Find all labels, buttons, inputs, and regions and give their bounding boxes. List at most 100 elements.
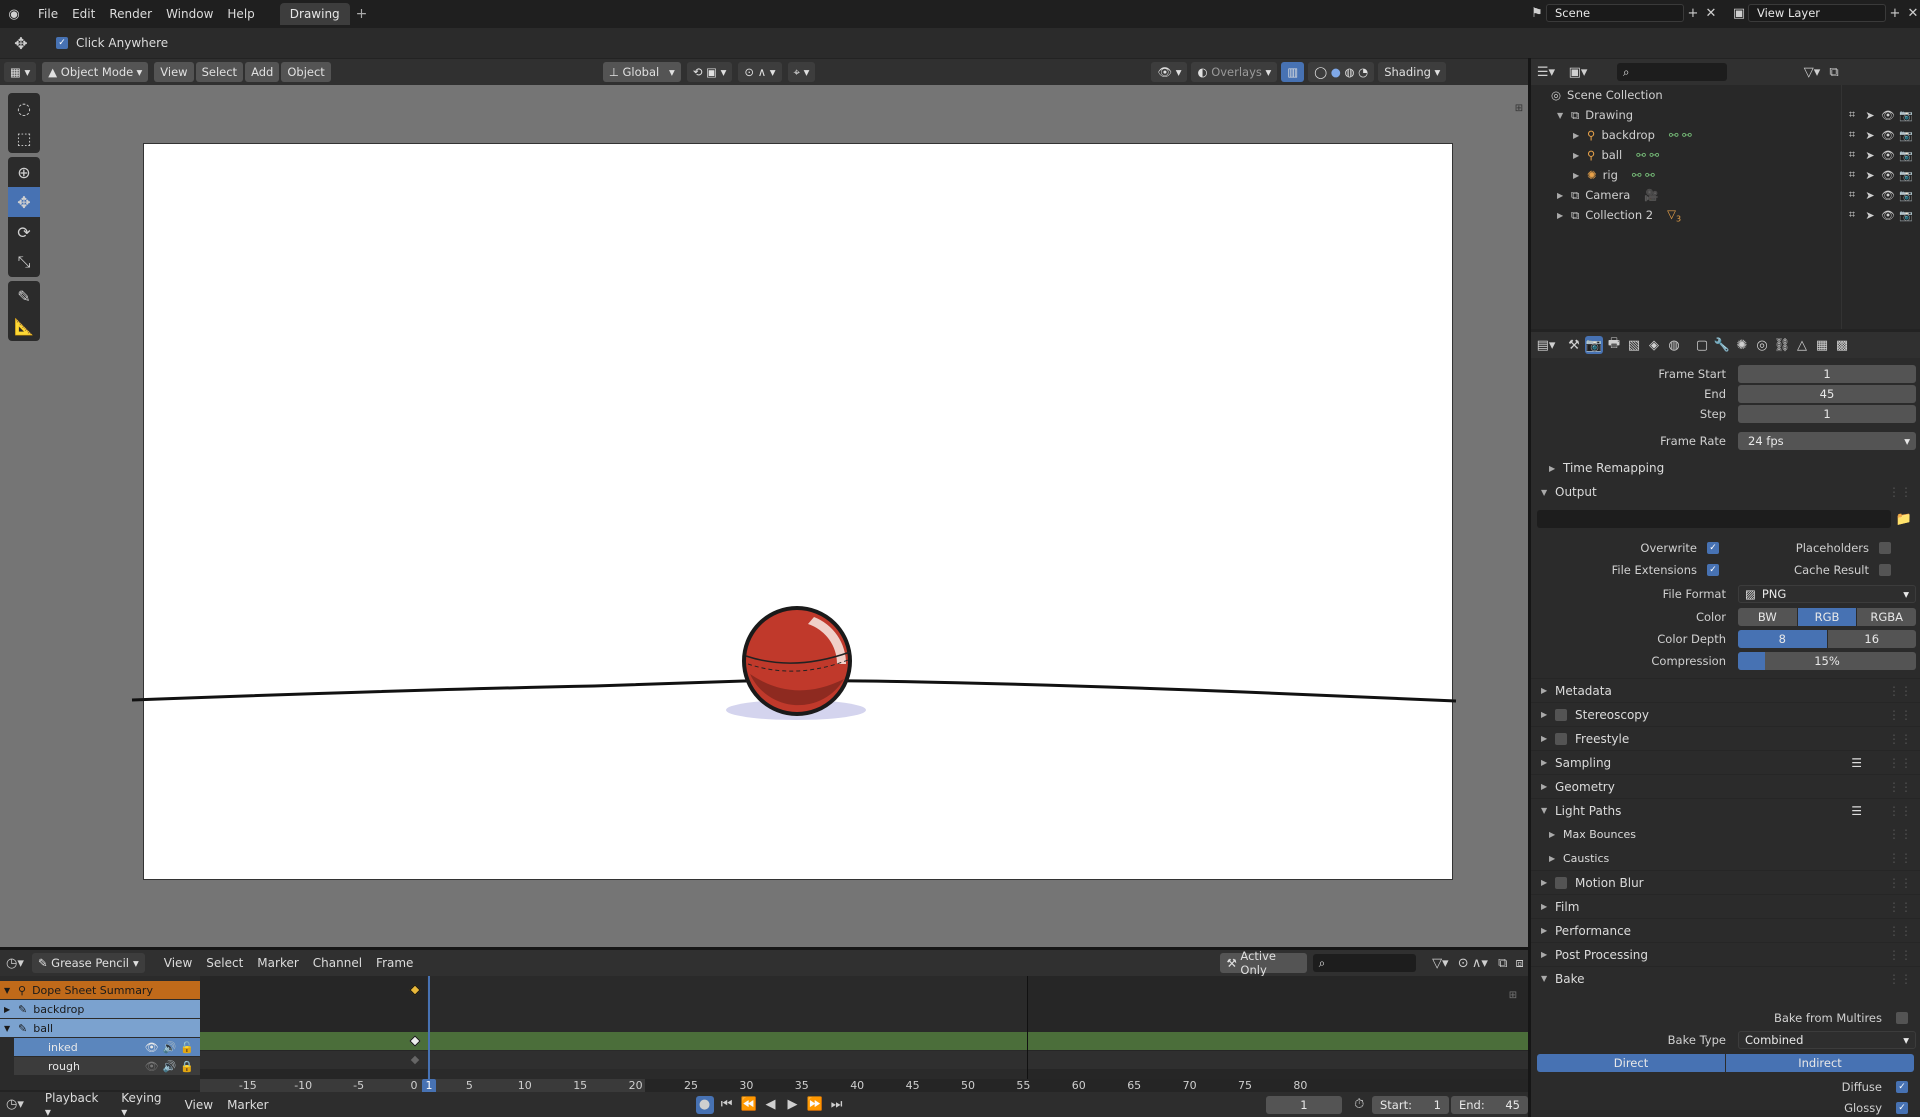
outliner-item-camera[interactable]: ▶ ⧉ Camera 🎥 ⌗ ➤ 👁 📷 [1531, 185, 1920, 205]
rough-lock-icon[interactable]: 🔒 [180, 1060, 194, 1073]
dopesheet-menu-channel[interactable]: Channel [306, 954, 369, 972]
timeline-menu-marker[interactable]: Marker [220, 1096, 275, 1114]
solid-icon[interactable]: ● [1331, 65, 1341, 79]
drag-handle-icon[interactable]: ⋮⋮ [1888, 684, 1912, 698]
keyframe-area[interactable]: ⊞ [200, 976, 1528, 1090]
move-tool[interactable]: ✥ [8, 187, 40, 217]
prev-keyframe-icon[interactable]: ⏪ [740, 1096, 758, 1114]
panel-caustics[interactable]: ▶ Caustics ⋮⋮ [1531, 846, 1920, 870]
annotate-tool[interactable]: ✎ [8, 281, 40, 311]
frame-step-field[interactable]: 1 [1738, 405, 1916, 423]
color-rgb-button[interactable]: RGB [1797, 608, 1857, 626]
drag-handle-icon[interactable]: ⋮⋮ [1888, 948, 1912, 962]
scene-selector[interactable]: Scene [1546, 4, 1684, 22]
overwrite-checkbox[interactable]: ✓ [1707, 542, 1719, 554]
output-path-input[interactable] [1537, 510, 1891, 528]
view-layer-selector[interactable]: View Layer [1748, 4, 1886, 22]
viewport-corner-icon[interactable]: ⊞ [1510, 99, 1528, 117]
modifier-data-icons[interactable]: ⚯ ⚯ [1636, 148, 1659, 162]
outliner-item-backdrop[interactable]: ▶ ⚲ backdrop ⚯ ⚯ ⌗ ➤ 👁 📷 [1531, 125, 1920, 145]
outliner-search-input[interactable]: ⌕ [1617, 63, 1727, 81]
end-frame-field[interactable]: End: 45 [1450, 1095, 1528, 1114]
exclude-checkbox-icon[interactable]: ⌗ [1843, 146, 1861, 164]
dopesheet-interp-icon[interactable]: ∧▾ [1472, 954, 1489, 972]
expand-arrow-icon[interactable]: ▶ [1573, 171, 1587, 180]
disable-render-icon[interactable]: 📷 [1897, 146, 1915, 164]
selectable-icon[interactable]: ➤ [1861, 186, 1879, 204]
camera-data-icon[interactable]: 🎥 [1644, 188, 1658, 202]
jump-end-icon[interactable]: ⏭ [828, 1096, 846, 1114]
file-extensions-checkbox[interactable]: ✓ [1707, 564, 1719, 576]
file-format-dropdown[interactable]: ▨ PNG ▾ [1738, 585, 1916, 603]
presets-icon[interactable]: ☰ [1851, 756, 1862, 770]
panel-time-remapping[interactable]: ▶ Time Remapping [1539, 456, 1664, 480]
timeline-menu-playback[interactable]: Playback ▾ [38, 1089, 114, 1117]
menu-help[interactable]: Help [220, 5, 261, 23]
expand-arrow-icon[interactable]: ▶ [1573, 131, 1587, 140]
drawing-canvas[interactable] [131, 143, 1457, 880]
dopesheet-filter-icon[interactable]: ▽▾ [1432, 954, 1449, 972]
play-reverse-icon[interactable]: ◀ [762, 1096, 780, 1114]
panel-bake[interactable]: ▼ Bake ⋮⋮ [1531, 966, 1920, 990]
viewport-menu-add[interactable]: Add [245, 62, 280, 82]
rendered-icon[interactable]: ◔ [1358, 65, 1368, 79]
editor-type-button[interactable]: ▦ ▾ [4, 62, 37, 82]
orientation-dropdown[interactable]: ⊥ Global ▾ [602, 62, 681, 82]
bake-type-dropdown[interactable]: Combined ▾ [1738, 1031, 1916, 1049]
bake-direct-button[interactable]: Direct [1537, 1054, 1725, 1072]
frame-rate-dropdown[interactable]: 24 fps ▾ [1738, 432, 1916, 450]
menu-render[interactable]: Render [102, 5, 159, 23]
outliner-scene-collection[interactable]: ◎ Scene Collection [1531, 85, 1920, 105]
dopesheet-menu-frame[interactable]: Frame [369, 954, 420, 972]
panel-enable-checkbox[interactable] [1555, 876, 1567, 889]
world-tab-icon[interactable]: ◍ [1665, 336, 1683, 354]
panel-output[interactable]: ▼ Output ⋮⋮ [1531, 480, 1920, 504]
box-select-tool[interactable]: ⬚ [8, 123, 40, 153]
rough-visibility-icon[interactable]: 👁 [145, 1060, 159, 1073]
drag-handle-icon[interactable]: ⋮⋮ [1888, 972, 1912, 986]
grease-pencil-mode-dropdown[interactable]: ✎ Grease Pencil ▾ [31, 953, 145, 973]
rough-sound-icon[interactable]: 🔊 [163, 1060, 177, 1073]
panel-film[interactable]: ▶ Film ⋮⋮ [1531, 894, 1920, 918]
selectable-icon[interactable]: ➤ [1861, 126, 1879, 144]
hide-in-viewport-icon[interactable]: 👁 [1879, 166, 1897, 184]
modifier-data-icons[interactable]: ⚯ ⚯ [1632, 168, 1655, 182]
material-icon[interactable]: ◍ [1344, 65, 1354, 79]
menu-file[interactable]: File [31, 5, 65, 23]
physics-tab-icon[interactable]: ◎ [1753, 336, 1771, 354]
panel-light-paths[interactable]: ▼ Light Paths ☰ ⋮⋮ [1531, 798, 1920, 822]
panel-motion-blur[interactable]: ▶ Motion Blur ⋮⋮ [1531, 870, 1920, 894]
color-bw-button[interactable]: BW [1738, 608, 1797, 626]
start-frame-field[interactable]: Start: 1 [1371, 1095, 1449, 1114]
click-anywhere-checkbox[interactable]: ✓ [56, 37, 68, 49]
dopesheet-menu-marker[interactable]: Marker [250, 954, 305, 972]
constraints-tab-icon[interactable]: ⛓ [1773, 336, 1791, 354]
expand-arrow-icon[interactable]: ▶ [1557, 191, 1571, 200]
expand-arrow-icon[interactable]: ▼ [1557, 111, 1571, 120]
disable-render-icon[interactable]: 📷 [1897, 126, 1915, 144]
preview-range-icon[interactable]: ⏱ [1350, 1096, 1368, 1114]
horizontal-splitter[interactable] [0, 947, 1528, 950]
inked-sound-icon[interactable]: 🔊 [163, 1041, 177, 1054]
filter-icon[interactable]: ▽▾ [1803, 63, 1821, 81]
inked-visibility-icon[interactable]: 👁 [145, 1041, 159, 1054]
glossy-checkbox[interactable]: ✓ [1896, 1102, 1908, 1114]
cache-result-checkbox[interactable] [1879, 564, 1891, 576]
panel-post-processing[interactable]: ▶ Post Processing ⋮⋮ [1531, 942, 1920, 966]
blender-logo-icon[interactable]: ◉ [5, 5, 23, 23]
hide-in-viewport-icon[interactable]: 👁 [1879, 186, 1897, 204]
keyframe-area-corner-icon[interactable]: ⊞ [1504, 986, 1522, 1004]
selectable-icon[interactable]: ➤ [1861, 206, 1879, 224]
timeline-menu-view[interactable]: View [178, 1096, 220, 1114]
panel-sampling[interactable]: ▶ Sampling ☰ ⋮⋮ [1531, 750, 1920, 774]
outliner-item-drawing[interactable]: ▼ ⧉ Drawing ⌗ ➤ 👁 📷 [1531, 105, 1920, 125]
expand-arrow-icon[interactable]: ▶ [1557, 211, 1571, 220]
disable-render-icon[interactable]: 📷 [1897, 186, 1915, 204]
cursor-tool[interactable]: ◌ [8, 93, 40, 123]
rotate-tool[interactable]: ⟳ [8, 217, 40, 247]
panel-enable-checkbox[interactable] [1555, 708, 1567, 721]
measure-tool[interactable]: 📐 [8, 311, 40, 341]
render-tab-icon[interactable]: 📷 [1585, 336, 1603, 354]
dopesheet-editor-type-icon[interactable]: ◷▾ [6, 954, 24, 972]
frame-start-field[interactable]: 1 [1738, 365, 1916, 383]
